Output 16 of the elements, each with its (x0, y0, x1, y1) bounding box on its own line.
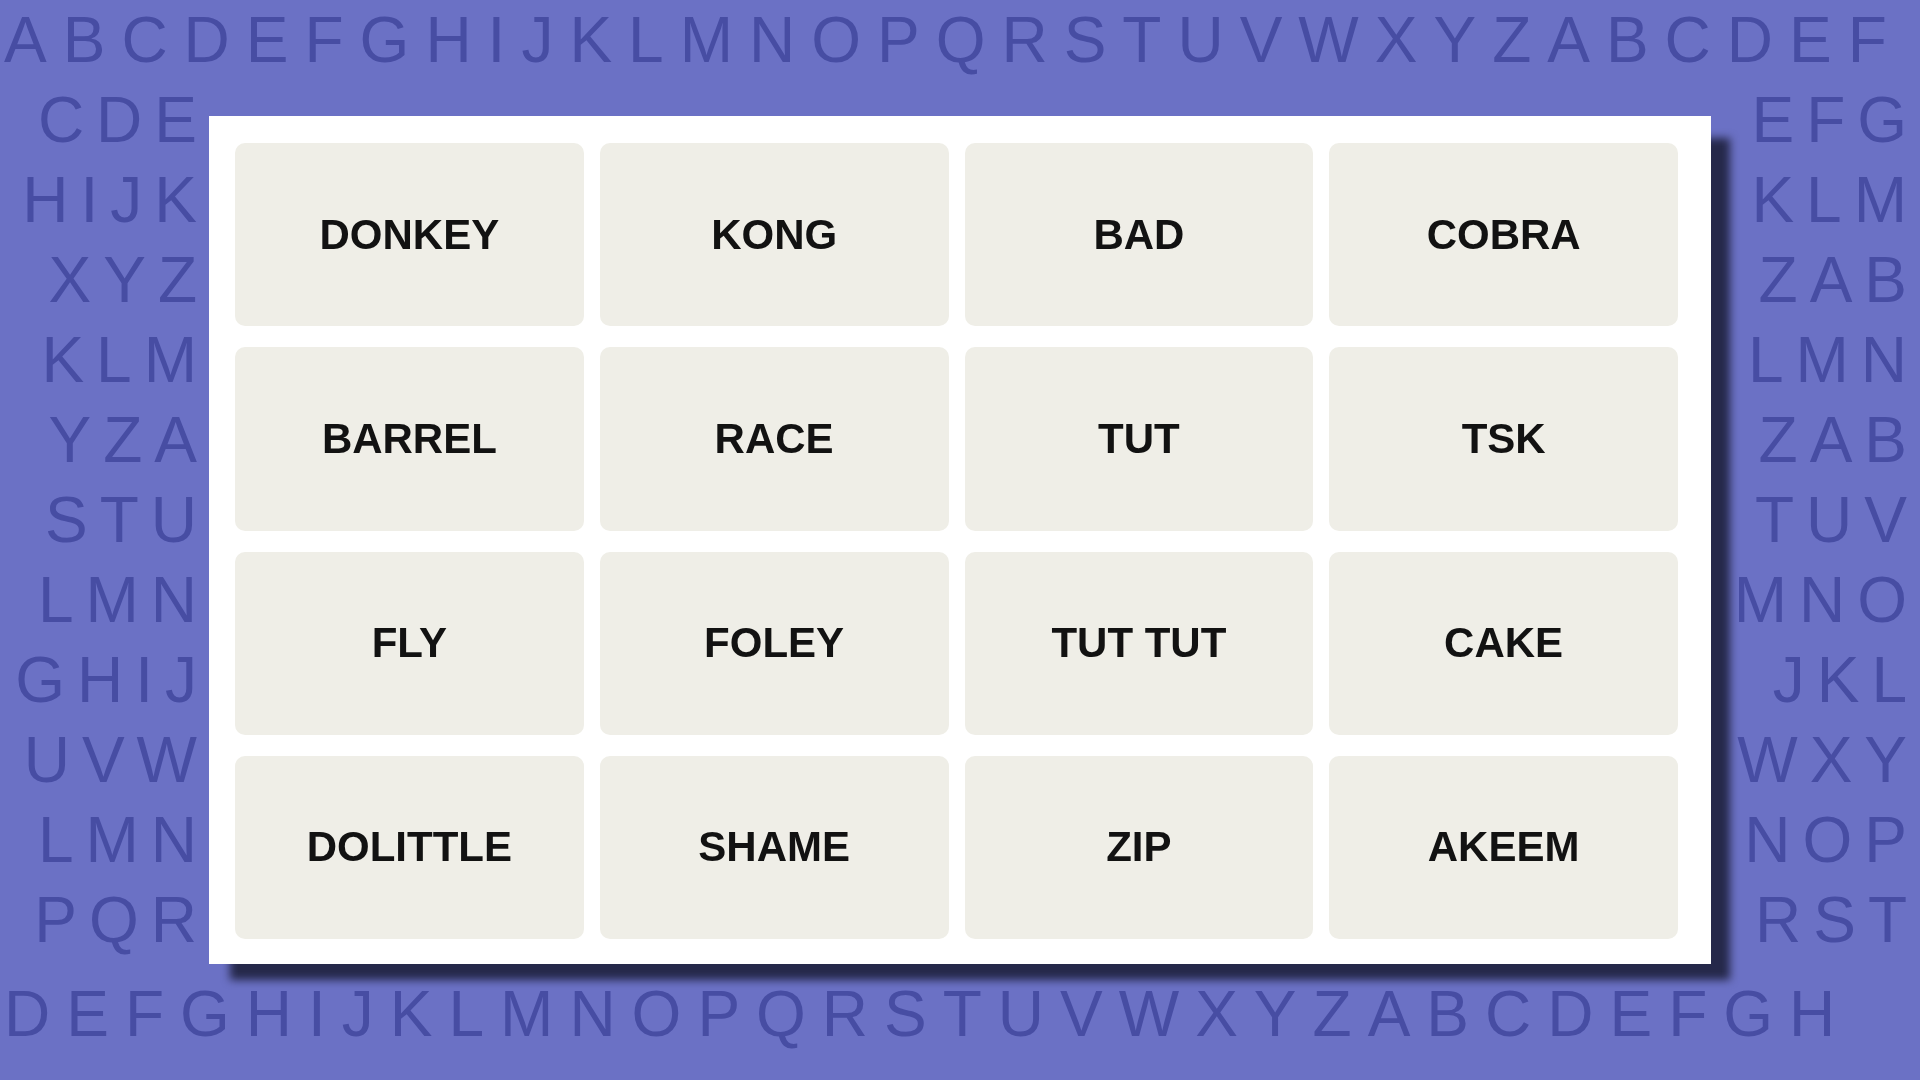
word-tile[interactable]: TUT (964, 347, 1314, 531)
word-tile[interactable]: SHAME (599, 755, 949, 939)
word-tile[interactable]: BAD (964, 143, 1314, 327)
word-tile[interactable]: FLY (235, 551, 584, 735)
word-tile[interactable]: CAKE (1329, 551, 1678, 735)
word-tile[interactable]: ZIP (964, 755, 1314, 939)
word-tile[interactable]: DONKEY (235, 143, 584, 327)
word-tile[interactable]: TSK (1329, 347, 1678, 531)
word-tile[interactable]: DOLITTLE (235, 755, 584, 939)
word-tile[interactable]: COBRA (1329, 143, 1678, 327)
word-tile[interactable]: RACE (599, 347, 949, 531)
word-tile[interactable]: FOLEY (599, 551, 949, 735)
word-tile[interactable]: AKEEM (1329, 755, 1678, 939)
word-tile[interactable]: TUT TUT (964, 551, 1314, 735)
word-tile[interactable]: KONG (599, 143, 949, 327)
word-tile[interactable]: BARREL (235, 347, 584, 531)
